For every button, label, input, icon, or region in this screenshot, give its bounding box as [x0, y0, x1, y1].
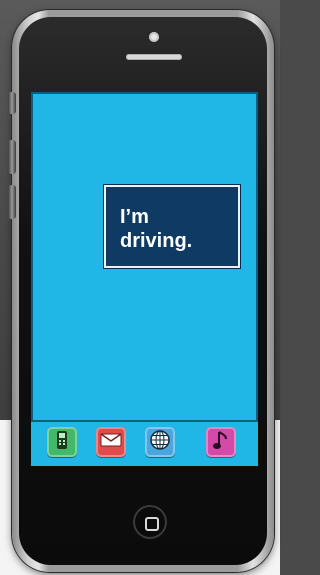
browser-app-button[interactable] [145, 427, 175, 457]
message-box: I’m driving. [104, 185, 240, 268]
side-button-volume-down [8, 185, 16, 219]
phone-icon [54, 430, 70, 455]
phone-screen [31, 92, 258, 444]
message-line-1: I’m [120, 206, 149, 228]
front-camera-icon [149, 32, 159, 42]
mail-icon [100, 432, 122, 453]
side-button-volume-up [8, 140, 16, 174]
globe-icon [149, 429, 171, 456]
music-app-button[interactable] [206, 427, 236, 457]
phone-app-button[interactable] [47, 427, 77, 457]
speaker-grille [126, 54, 182, 60]
mail-app-button[interactable] [96, 427, 126, 457]
music-icon [212, 429, 230, 456]
side-button-mute [8, 92, 16, 114]
home-icon [145, 517, 159, 531]
message-line-2: driving. [120, 230, 193, 252]
